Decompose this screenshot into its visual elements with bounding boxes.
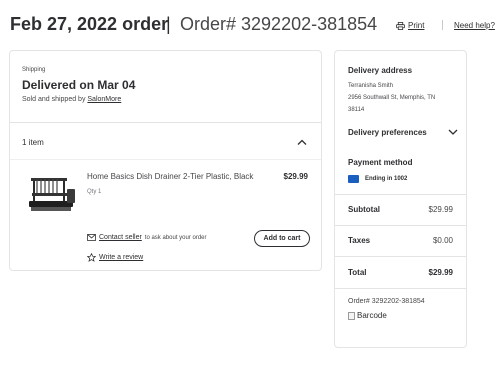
divider <box>335 256 466 257</box>
taxes-label: Taxes <box>348 236 371 245</box>
product-quantity: Qty 1 <box>87 189 102 195</box>
order-header: Feb 27, 2022 order | Order# 3292202-3818… <box>10 14 495 40</box>
chevron-up-icon[interactable] <box>297 138 307 146</box>
divider <box>335 225 466 226</box>
divider <box>335 288 466 289</box>
payment-method-heading: Payment method <box>348 158 413 167</box>
add-to-cart-button[interactable]: Add to cart <box>254 230 310 247</box>
barcode-image: Barcode <box>348 311 387 320</box>
need-help-link[interactable]: Need help? <box>454 21 495 30</box>
contact-seller-suffix: to ask about your order <box>144 234 207 241</box>
delivery-status: Delivered on Mar 04 <box>22 78 136 92</box>
subtotal-value: $29.99 <box>428 205 453 214</box>
order-number-title: Order# 3292202-381854 <box>180 14 378 34</box>
delivery-address-heading: Delivery address <box>348 66 413 75</box>
sold-by-prefix: Sold and shipped by <box>22 96 86 103</box>
contact-seller-link[interactable]: Contact seller <box>99 234 142 241</box>
star-icon <box>87 253 96 262</box>
subtotal-label: Subtotal <box>348 205 380 214</box>
broken-image-icon <box>348 311 355 320</box>
product-price: $29.99 <box>283 172 308 181</box>
divider <box>335 194 466 195</box>
chevron-down-icon[interactable] <box>448 129 458 136</box>
credit-card-icon <box>348 175 359 183</box>
address-name: Terranisha Smith <box>348 83 394 89</box>
contact-seller-row: Contact seller to ask about your order <box>87 234 207 241</box>
divider <box>10 159 321 160</box>
order-reference: Order# 3292202-381854 <box>348 298 425 305</box>
write-review-label: Write a review <box>99 254 144 261</box>
order-date-title: Feb 27, 2022 order <box>10 14 169 34</box>
shipping-section-label: Shipping <box>22 67 46 73</box>
total-label: Total <box>348 268 367 277</box>
address-zip: 38114 <box>348 107 365 113</box>
payment-card-ending: Ending in 1002 <box>365 176 408 182</box>
shipment-card: Shipping Delivered on Mar 04 Sold and sh… <box>9 50 322 271</box>
printer-icon <box>396 21 405 30</box>
delivery-preferences-toggle[interactable]: Delivery preferences <box>348 128 427 137</box>
sold-by-line: Sold and shipped by SalonMore <box>22 96 121 103</box>
barcode-alt-text: Barcode <box>357 311 387 320</box>
product-name-link[interactable]: Home Basics Dish Drainer 2-Tier Plastic,… <box>87 172 253 181</box>
print-button[interactable]: Print <box>396 21 424 30</box>
mail-icon <box>87 234 96 241</box>
header-separator: | <box>166 14 171 34</box>
total-value: $29.99 <box>428 268 453 277</box>
divider <box>10 122 321 123</box>
item-count: 1 item <box>22 138 44 147</box>
taxes-value: $0.00 <box>432 236 453 245</box>
product-image[interactable] <box>27 171 79 217</box>
write-review-link[interactable]: Write a review <box>87 253 143 262</box>
header-divider <box>442 20 443 30</box>
seller-link[interactable]: SalonMore <box>87 96 121 103</box>
address-line: 2956 Southwall St, Memphis, TN <box>348 95 436 101</box>
order-summary-card: Delivery address Terranisha Smith 2956 S… <box>334 50 467 348</box>
print-label: Print <box>408 21 425 30</box>
